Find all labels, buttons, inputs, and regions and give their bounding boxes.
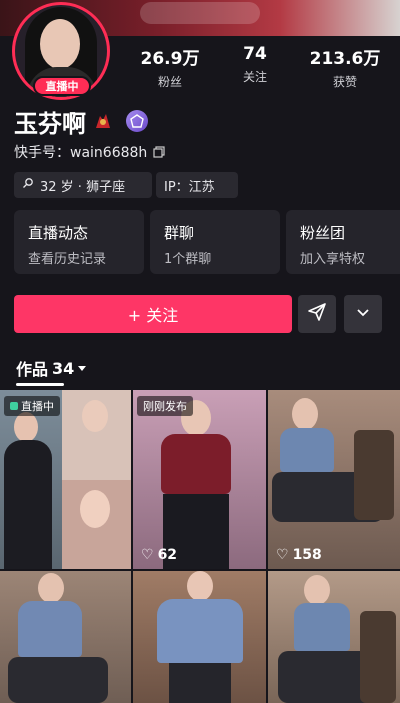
card-live-history-title: 直播动态 <box>28 224 89 242</box>
grid-item-3[interactable]: ♡ 158 <box>268 390 400 569</box>
stat-likes[interactable]: 213.6万 获赞 <box>290 44 400 90</box>
grid-likes-3: ♡ 158 <box>276 547 322 563</box>
stats-row: 26.9万 粉丝 74 关注 213.6万 获赞 <box>120 44 400 90</box>
works-tab-indicator <box>16 383 64 386</box>
card-fan-club-sub: 加入享特权 <box>300 252 366 267</box>
copy-icon[interactable] <box>153 146 165 158</box>
grid-item-2[interactable]: 刚刚发布 ♡ 62 <box>133 390 266 569</box>
stat-fans[interactable]: 26.9万 粉丝 <box>120 44 220 90</box>
card-fan-club-title: 粉丝团 <box>300 224 346 242</box>
live-icon <box>10 402 18 410</box>
thumb-body <box>4 440 52 569</box>
thumb-face <box>38 573 64 603</box>
card-group-chat-title: 群聊 <box>164 224 195 242</box>
share-button[interactable] <box>298 295 336 333</box>
female-icon <box>22 177 34 193</box>
follow-button[interactable]: + 关注 <box>14 295 292 333</box>
grid-likes-3-count: 158 <box>292 547 322 563</box>
thumb-top <box>161 434 231 494</box>
grid-likes-2-count: 62 <box>157 547 178 563</box>
card-group-chat-sub: 1个群聊 <box>164 252 212 267</box>
stat-following[interactable]: 74 关注 <box>220 44 290 85</box>
grid-new-tag: 刚刚发布 <box>137 396 193 416</box>
ip-tag: IP：江苏 <box>156 172 238 198</box>
kuaishou-id: 快手号：wain6688h <box>14 145 148 161</box>
card-live-history[interactable]: 直播动态 查看历史记录 <box>14 210 144 274</box>
grid-item-6[interactable] <box>268 571 400 703</box>
stat-likes-value: 213.6万 <box>309 49 381 69</box>
stat-fans-label: 粉丝 <box>157 75 182 89</box>
grid-likes-2: ♡ 62 <box>141 547 177 563</box>
stat-following-value: 74 <box>243 44 267 64</box>
name-row: 玉芬啊 <box>14 104 148 138</box>
thumb-shirt <box>157 599 243 663</box>
age-zodiac-text: 32 岁 · 狮子座 <box>40 179 126 195</box>
thumb-face-2 <box>82 400 108 432</box>
caret-down-icon <box>78 365 87 371</box>
grid-live-tag-text: 直播中 <box>21 400 54 413</box>
grid-live-tag: 直播中 <box>4 396 60 416</box>
live-badge[interactable]: 直播中 <box>33 76 91 96</box>
ip-text: IP：江苏 <box>164 179 215 195</box>
profile-name: 玉芬啊 <box>14 109 86 138</box>
stat-likes-label: 获赞 <box>332 75 357 89</box>
works-tab-label: 作品 <box>16 360 49 379</box>
thumb-shirt <box>18 601 82 657</box>
avatar-face <box>40 19 80 69</box>
thumb-face <box>14 412 38 442</box>
grid-item-4[interactable] <box>0 571 131 703</box>
age-zodiac-tag: 32 岁 · 狮子座 <box>14 172 152 198</box>
lion-icon <box>92 110 114 132</box>
grid-item-1[interactable]: 直播中 <box>0 390 131 569</box>
thumb-face <box>304 575 330 605</box>
thumb-chair <box>354 430 394 520</box>
thumb-shirt <box>280 428 334 472</box>
heart-icon: ♡ <box>141 547 154 563</box>
card-group-chat[interactable]: 群聊 1个群聊 <box>150 210 280 274</box>
grid-item-5[interactable] <box>133 571 266 703</box>
works-tab-count: 34 <box>52 358 75 378</box>
level-badge-icon[interactable] <box>126 110 148 132</box>
card-fan-club[interactable]: 粉丝团 加入享特权 <box>286 210 400 274</box>
thumb-chair <box>360 611 396 703</box>
thumb-pants <box>8 657 108 703</box>
thumb-face <box>187 571 213 601</box>
stat-following-label: 关注 <box>242 70 267 84</box>
works-tab[interactable]: 作品 34 <box>16 356 87 380</box>
grid-new-tag-text: 刚刚发布 <box>143 400 187 413</box>
thumb-pants <box>169 663 231 703</box>
thumb-face <box>292 398 318 430</box>
thumb-shirt <box>294 603 350 651</box>
more-button[interactable] <box>344 295 382 333</box>
card-live-history-sub: 查看历史记录 <box>28 252 107 267</box>
kuaishou-id-row[interactable]: 快手号：wain6688h <box>14 142 165 162</box>
stat-fans-value: 26.9万 <box>140 49 200 69</box>
chevron-down-icon <box>355 304 371 324</box>
banner-decoration <box>140 2 260 24</box>
thumb-face-3 <box>80 490 110 528</box>
heart-icon: ♡ <box>276 547 289 563</box>
send-icon <box>307 302 327 326</box>
